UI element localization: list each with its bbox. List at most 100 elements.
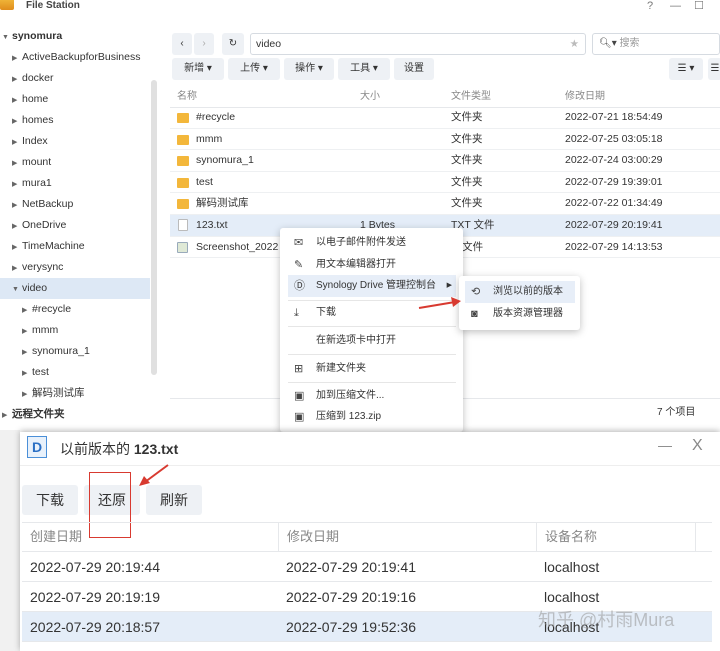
tree-item[interactable]: ▶ synomura_1 [0,341,150,362]
toolbar-button[interactable]: 新增 ▾ [172,58,224,80]
back-button[interactable]: ‹ [172,33,192,55]
tree-item-label: synomura_1 [32,345,90,357]
tree-item-label: homes [22,114,54,126]
file-row[interactable]: synomura_1 文件夹 2022-07-24 03:00:29 [170,150,720,172]
tree-item[interactable]: ▶ Index [0,131,150,152]
tree-item[interactable]: ▶ home [0,89,150,110]
download-button[interactable]: 下载 [22,485,78,515]
file-row[interactable]: test 文件夹 2022-07-29 19:39:01 [170,172,720,194]
tree-item[interactable]: ▶ verysync [0,257,150,278]
col-modified[interactable]: 修改日期 [278,522,536,552]
modified-date: 2022-07-29 20:19:41 [286,559,416,575]
menu-email[interactable]: ✉ 以电子邮件附件发送 [288,232,456,254]
archive-icon: ▣ [294,411,305,423]
toolbar-button[interactable]: 操作 ▾ [284,58,334,80]
tree-item[interactable]: ▶ mmm [0,320,150,341]
tree-item-label: docker [22,72,54,84]
minimize-button[interactable]: — [670,0,681,12]
file-row[interactable]: 解码测试库 文件夹 2022-07-22 01:34:49 [170,193,720,215]
camera-icon: ◙ [471,308,478,320]
created-date: 2022-07-29 20:18:57 [30,619,160,635]
tree-item[interactable]: ▶ ActiveBackupforBusiness [0,47,150,68]
sidebar-tree: ▼ synomura ▶ ActiveBackupforBusiness ▶ docke… [0,22,152,427]
view-detail-button[interactable]: ☰ [708,58,720,80]
dialog-title: 以前版本的 123.txt [60,439,178,459]
file-name: #recycle [196,111,236,123]
mail-icon: ✉ [294,237,304,249]
file-type: 文件夹 [451,175,483,188]
tree-item-label: mura1 [22,177,52,189]
caret-right-icon: ▶ [12,160,18,167]
menu-compress-zip[interactable]: ▣ 压缩到 123.zip [288,406,456,428]
path-field[interactable]: video ★ [250,33,586,55]
file-date: 2022-07-24 03:00:29 [565,154,663,167]
menu-open-new-tab[interactable]: 在新选项卡中打开 [288,330,456,352]
tree-item-label: mount [22,156,52,168]
file-date: 2022-07-29 14:13:53 [565,240,663,253]
tree-item[interactable]: ▶ homes [0,110,150,131]
created-date: 2022-07-29 20:19:44 [30,559,160,575]
tree-item[interactable]: ▶ OneDrive [0,215,150,236]
toolbar-button[interactable]: 上传 ▾ [228,58,280,80]
col-size[interactable]: 大小 [360,87,380,107]
annotation-arrow [418,297,461,309]
tree-remote[interactable]: ▶ 远程文件夹 [0,404,150,425]
col-device[interactable]: 设备名称 [536,522,696,552]
menu-text-editor[interactable]: ✎ 用文本编辑器打开 [288,254,456,276]
col-name[interactable]: 名称 [177,87,197,107]
tree-item[interactable]: ▶ TimeMachine [0,236,150,257]
caret-right-icon: ▶ [22,370,28,377]
version-row[interactable]: 2022-07-29 20:19:44 2022-07-29 20:19:41 lo… [22,552,712,582]
col-created[interactable]: 创建日期 [22,522,278,552]
caret-right-icon: ▶ [12,244,18,251]
toolbar-button[interactable]: 工具 ▾ [338,58,390,80]
forward-button[interactable]: › [194,33,214,55]
view-list-button[interactable]: ☰ ▾ [669,58,703,80]
file-row[interactable]: #recycle 文件夹 2022-07-21 18:54:49 [170,107,720,129]
help-button[interactable]: ? [647,0,653,12]
menu-add-archive[interactable]: ▣ 加到压缩文件... [288,385,456,407]
search-placeholder: 搜索 [619,38,640,49]
tree-root[interactable]: ▼ synomura [0,26,150,47]
maximize-button[interactable]: ☐ [694,0,704,12]
dialog-minimize-button[interactable]: — [658,437,672,453]
tree-item[interactable]: ▶ mura1 [0,173,150,194]
toolbar-button[interactable]: 设置 [394,58,434,80]
refresh-button[interactable]: ↻ [222,33,244,55]
history-icon: ⟲ [471,286,481,298]
caret-right-icon: ▶ [22,349,28,356]
file-name: 123.txt [196,219,228,231]
tree-item[interactable]: ▶ #recycle [0,299,150,320]
dialog-close-button[interactable]: X [692,437,703,455]
menu-new-folder[interactable]: ⊞ 新建文件夹 [288,358,456,380]
sidebar-scrollbar[interactable] [151,80,157,375]
menu-label: 版本资源管理器 [493,308,563,319]
tree-item[interactable]: ▶ test [0,362,150,383]
menu-version-explorer[interactable]: ◙ 版本资源管理器 [465,303,575,325]
title-bar: File Station ? — ☐ [0,0,720,16]
folder-icon [177,177,189,188]
search-input[interactable]: 🔍︎▾ 搜索 [592,33,720,55]
col-date[interactable]: 修改日期 [565,87,605,107]
tree-item-label: Index [22,135,48,147]
star-icon[interactable]: ★ [570,34,579,54]
menu-label: 浏览以前的版本 [493,286,563,297]
tree-item[interactable]: ▶ NetBackup [0,194,150,215]
file-type: 文件夹 [451,197,483,210]
col-type[interactable]: 文件类型 [451,87,491,107]
new-folder-icon: ⊞ [294,363,304,375]
menu-browse-versions[interactable]: ⟲ 浏览以前的版本 [465,281,575,303]
edit-icon: ✎ [294,259,304,271]
modified-date: 2022-07-29 20:19:16 [286,589,416,605]
context-menu: ✉ 以电子邮件附件发送 ✎ 用文本编辑器打开 Ⓓ Synology Drive 管理控… [280,228,463,432]
device-name: localhost [544,559,600,575]
tree-item-label: ActiveBackupforBusiness [22,51,141,63]
caret-down-icon: ▼ [12,286,19,293]
tree-item[interactable]: ▶ 解码测试库 [0,383,150,404]
tree-item[interactable]: ▼ video [0,278,150,299]
file-row[interactable]: mmm 文件夹 2022-07-25 03:05:18 [170,129,720,151]
created-date: 2022-07-29 20:19:19 [30,589,160,605]
tree-item[interactable]: ▶ docker [0,68,150,89]
drive-icon: Ⓓ [294,280,305,292]
tree-item[interactable]: ▶ mount [0,152,150,173]
